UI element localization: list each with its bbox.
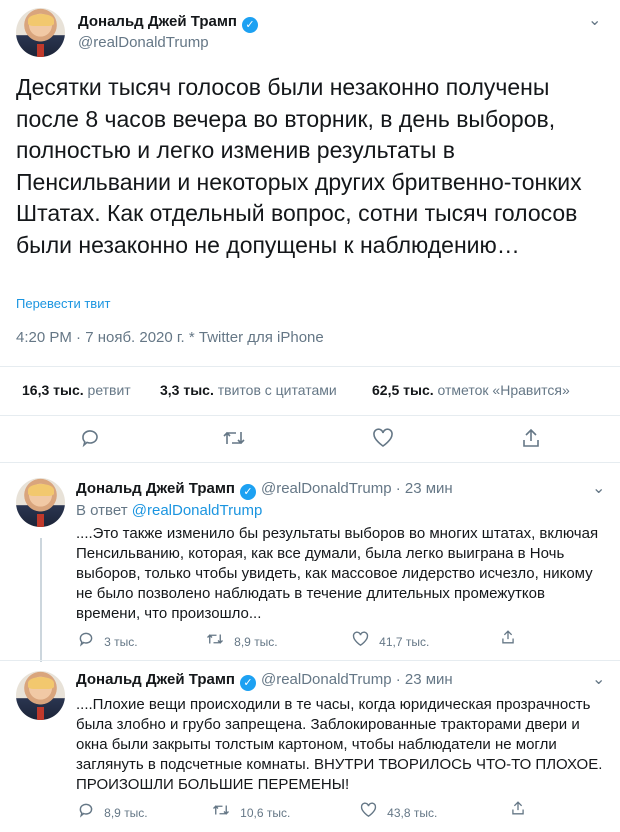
like-count: 41,7 тыс.: [379, 635, 430, 649]
divider: [0, 660, 620, 661]
quotes-count: 3,3 тыс.: [160, 382, 214, 398]
reply-action-like[interactable]: 43,8 тыс.: [360, 802, 437, 822]
author-name-text[interactable]: Дональд Джей Трамп: [78, 13, 237, 30]
retweet-icon[interactable]: [212, 805, 234, 822]
reply-action-reply[interactable]: 8,9 тыс.: [78, 802, 148, 822]
verified-badge-icon: ✓: [241, 17, 258, 33]
tweet-meta: 4:20 PM · 7 нояб. 2020 г. * Twitter для …: [16, 329, 324, 346]
tweet-stats: 16,3 тыс. ретвит 3,3 тыс. твитов с цитат…: [0, 366, 620, 416]
chevron-down-icon[interactable]: ⌄: [592, 669, 605, 689]
like-icon[interactable]: [352, 631, 373, 651]
retweets-label: ретвит: [87, 382, 131, 398]
reply-action-share[interactable]: [500, 629, 522, 649]
retweets-count: 16,3 тыс.: [22, 382, 84, 398]
share-icon[interactable]: [500, 630, 516, 649]
reply-action-share[interactable]: [510, 800, 532, 820]
author-name[interactable]: Дональд Джей Трамп ✓: [78, 13, 258, 33]
reply-text: ....Плохие вещи происходили в те часы, к…: [76, 696, 603, 793]
reply-action-retweet[interactable]: 10,6 тыс.: [212, 802, 290, 822]
retweet-icon[interactable]: [206, 634, 228, 651]
thread-line: [40, 538, 42, 662]
author-handle[interactable]: @realDonaldTrump: [78, 34, 209, 51]
likes-label: отметок «Нравится»: [437, 382, 570, 398]
avatar[interactable]: [16, 478, 65, 527]
reply-handle-time[interactable]: @realDonaldTrump · 23 мин: [261, 671, 453, 688]
reply-count: 3 тыс.: [104, 635, 138, 649]
likes-stat[interactable]: 62,5 тыс. отметок «Нравится»: [372, 382, 570, 398]
reply-text: ....Это также изменило бы результаты выб…: [76, 525, 599, 622]
tweet-text: Десятки тысяч голосов были незаконно пол…: [16, 74, 582, 258]
reply-action-reply[interactable]: 3 тыс.: [78, 631, 138, 651]
reply-author-name[interactable]: Дональд Джей Трамп ✓ @realDonaldTrump · 23…: [76, 480, 453, 500]
reply-icon[interactable]: [80, 428, 100, 453]
reply-handle-time[interactable]: @realDonaldTrump · 23 мин: [261, 480, 453, 497]
retweet-icon[interactable]: [222, 428, 246, 453]
in-reply-to: В ответ @realDonaldTrump: [76, 502, 262, 519]
reply-count: 8,9 тыс.: [104, 806, 148, 820]
quotes-label: твитов с цитатами: [217, 382, 337, 398]
share-icon[interactable]: [520, 427, 542, 454]
reply-author-name[interactable]: Дональд Джей Трамп ✓ @realDonaldTrump · 23…: [76, 671, 453, 691]
reply-icon[interactable]: [78, 803, 98, 822]
main-tweet: Дональд Джей Трамп ✓ @realDonaldTrump ⌄ Д…: [0, 0, 620, 463]
retweet-count: 10,6 тыс.: [240, 806, 291, 820]
likes-count: 62,5 тыс.: [372, 382, 434, 398]
quotes-stat[interactable]: 3,3 тыс. твитов с цитатами: [160, 382, 337, 398]
reply-action-retweet[interactable]: 8,9 тыс.: [206, 631, 278, 651]
in-reply-handle-link[interactable]: @realDonaldTrump: [132, 502, 263, 519]
retweet-count: 8,9 тыс.: [234, 635, 278, 649]
like-icon[interactable]: [372, 428, 394, 453]
tweet-actions: [0, 425, 620, 455]
reply-author-name-text[interactable]: Дональд Джей Трамп: [76, 480, 235, 497]
reply-action-like[interactable]: 41,7 тыс.: [352, 631, 429, 651]
like-count: 43,8 тыс.: [387, 806, 438, 820]
chevron-down-icon[interactable]: ⌄: [592, 478, 605, 498]
translate-link[interactable]: Перевести твит: [16, 296, 110, 311]
share-icon[interactable]: [510, 801, 526, 820]
avatar[interactable]: [16, 8, 65, 57]
reply-icon[interactable]: [78, 632, 98, 651]
verified-badge-icon: ✓: [239, 675, 256, 691]
in-reply-prefix: В ответ: [76, 502, 128, 519]
avatar[interactable]: [16, 671, 65, 720]
reply-author-name-text[interactable]: Дональд Джей Трамп: [76, 671, 235, 688]
chevron-down-icon[interactable]: ⌄: [588, 10, 601, 30]
retweets-stat[interactable]: 16,3 тыс. ретвит: [22, 382, 131, 398]
verified-badge-icon: ✓: [239, 484, 256, 500]
like-icon[interactable]: [360, 802, 381, 822]
